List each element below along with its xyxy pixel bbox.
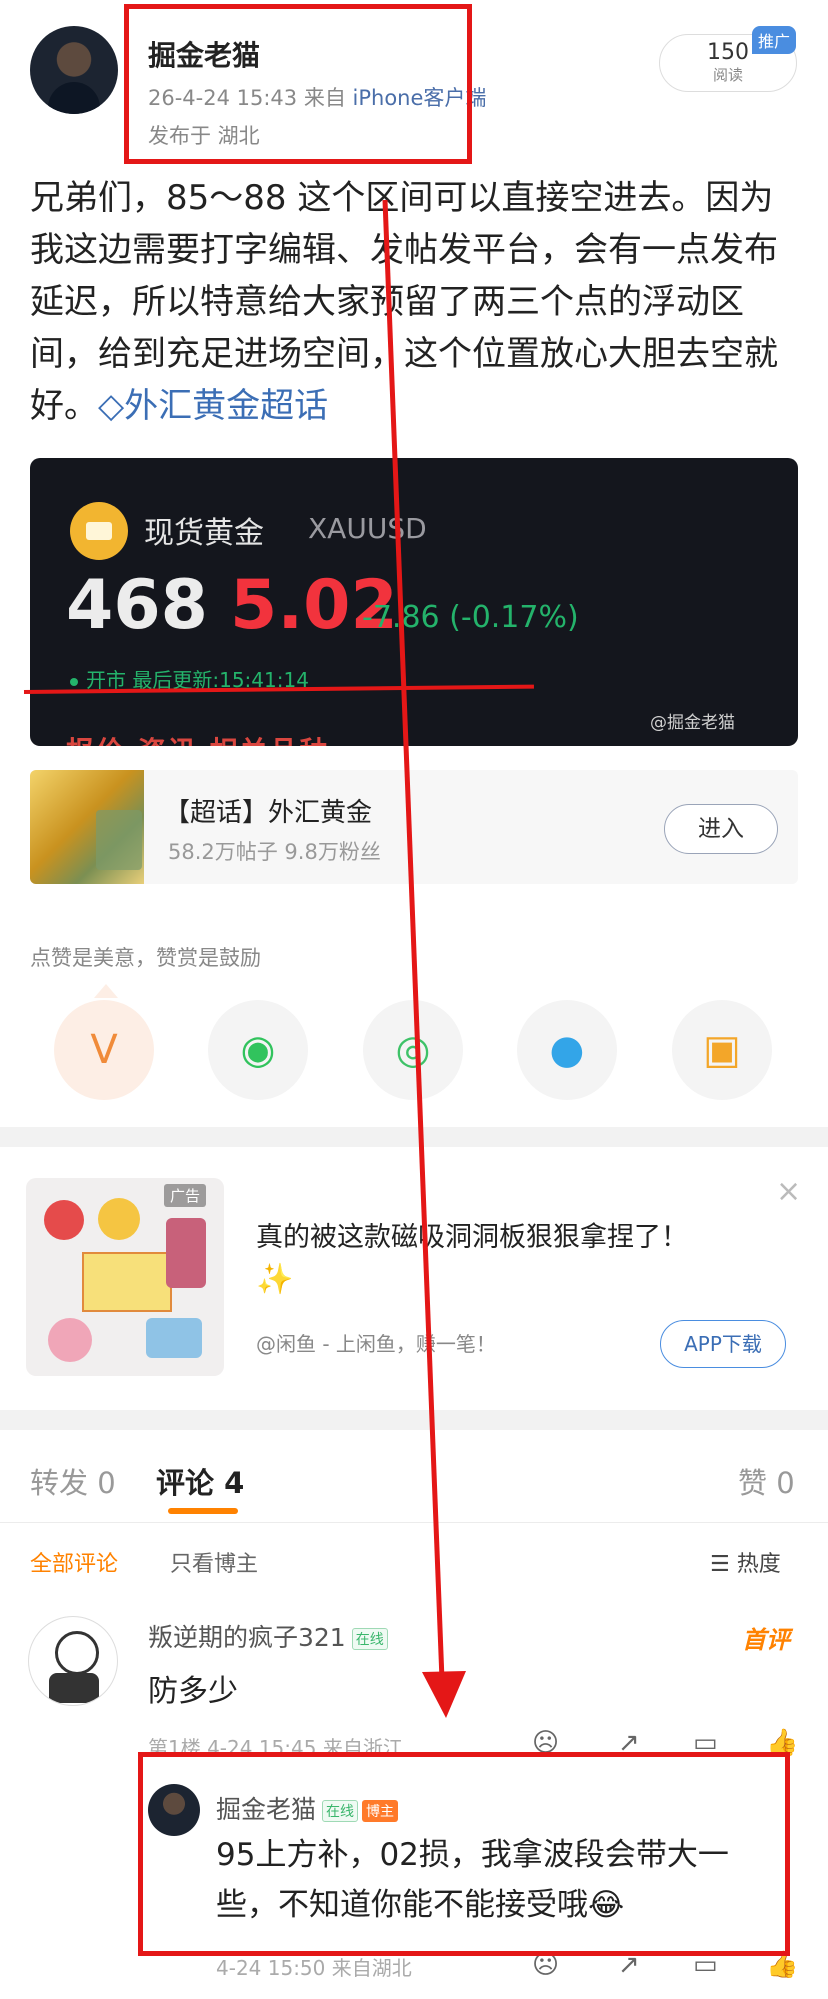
topic-thumbnail <box>30 770 144 884</box>
wechat-icon[interactable]: ◉ <box>208 1000 308 1100</box>
section-divider <box>0 1127 828 1147</box>
sparkle-icon: ✨ <box>256 1262 294 1297</box>
gold-price-prefix: 468 <box>66 566 208 645</box>
topic-link[interactable]: ◇外汇黄金超话 <box>98 386 328 426</box>
enter-topic-button[interactable]: 进入 <box>664 804 778 854</box>
like-tip: 点赞是美意，赞赏是鼓励 <box>30 946 261 970</box>
topic-title: 【超话】外汇黄金 <box>164 798 373 828</box>
reward-icon[interactable]: V <box>54 1000 154 1100</box>
author-avatar[interactable] <box>30 26 118 114</box>
read-label: 阅读 <box>712 66 743 84</box>
status-dot-icon <box>70 677 78 686</box>
tabs-divider <box>0 1522 828 1523</box>
gold-quote-card[interactable]: 现货黄金 XAUUSD 468 5.02 -7.86 (-0.17%) 开市 最… <box>30 458 798 746</box>
gold-code: XAUUSD <box>308 512 427 545</box>
filter-op-only[interactable]: 只看博主 <box>170 1546 258 1578</box>
tab-forward[interactable]: 转发 0 <box>30 1460 116 1502</box>
app-download-button[interactable]: APP下载 <box>660 1320 786 1368</box>
commenter-avatar[interactable] <box>28 1616 118 1706</box>
sort-by-hot[interactable]: ☰ 热度 <box>710 1546 781 1578</box>
online-badge: 在线 <box>351 1628 388 1650</box>
post-body: 兄弟们，85～88 这个区间可以直接空进去。因为我这边需要打字编辑、发帖发平台，… <box>30 172 800 432</box>
commenter-name[interactable]: 叛逆期的疯子321 <box>148 1623 346 1652</box>
annotation-box-header <box>124 4 472 164</box>
gold-bar-icon <box>70 502 128 560</box>
filter-all-comments[interactable]: 全部评论 <box>30 1546 118 1578</box>
save-image-icon[interactable]: ▣ <box>672 1000 772 1100</box>
super-topic-card[interactable]: 【超话】外汇黄金 58.2万帖子 9.8万粉丝 进入 <box>30 770 798 884</box>
gold-card-tabs[interactable]: 报价 资讯 相关品种 <box>66 730 330 746</box>
ad-title[interactable]: 真的被这款磁吸洞洞板狠狠拿捏了！ <box>256 1218 766 1258</box>
comment-text: 防多少 <box>148 1674 238 1709</box>
ad-image[interactable] <box>26 1178 224 1376</box>
gold-change: -7.86 (-0.17%) <box>362 600 579 635</box>
tip-caret <box>94 984 118 998</box>
section-divider <box>0 1410 828 1430</box>
ad-source: @闲鱼 - 上闲鱼，赚一笔！ <box>256 1332 496 1356</box>
ad-tag: 广告 <box>164 1184 207 1207</box>
commenter-name-row: 叛逆期的疯子321 在线 <box>148 1618 388 1654</box>
tab-likes[interactable]: 赞 0 <box>738 1460 795 1502</box>
qq-icon[interactable]: ● <box>517 1000 617 1100</box>
promo-badge: 推广 <box>752 26 797 54</box>
moments-icon[interactable]: ◎ <box>363 1000 463 1100</box>
active-tab-indicator <box>168 1508 238 1514</box>
first-comment-badge: 首评 <box>742 1626 790 1654</box>
annotation-box-reply <box>138 1752 790 1956</box>
weibo-watermark: @掘金老猫 <box>650 713 735 733</box>
tab-comments[interactable]: 评论 4 <box>156 1460 244 1502</box>
topic-stats: 58.2万帖子 9.8万粉丝 <box>168 840 381 864</box>
reply-meta: 4-24 15:50 来自湖北 <box>216 1956 412 1980</box>
close-icon[interactable]: × <box>776 1174 801 1209</box>
gold-name: 现货黄金 <box>144 516 264 551</box>
